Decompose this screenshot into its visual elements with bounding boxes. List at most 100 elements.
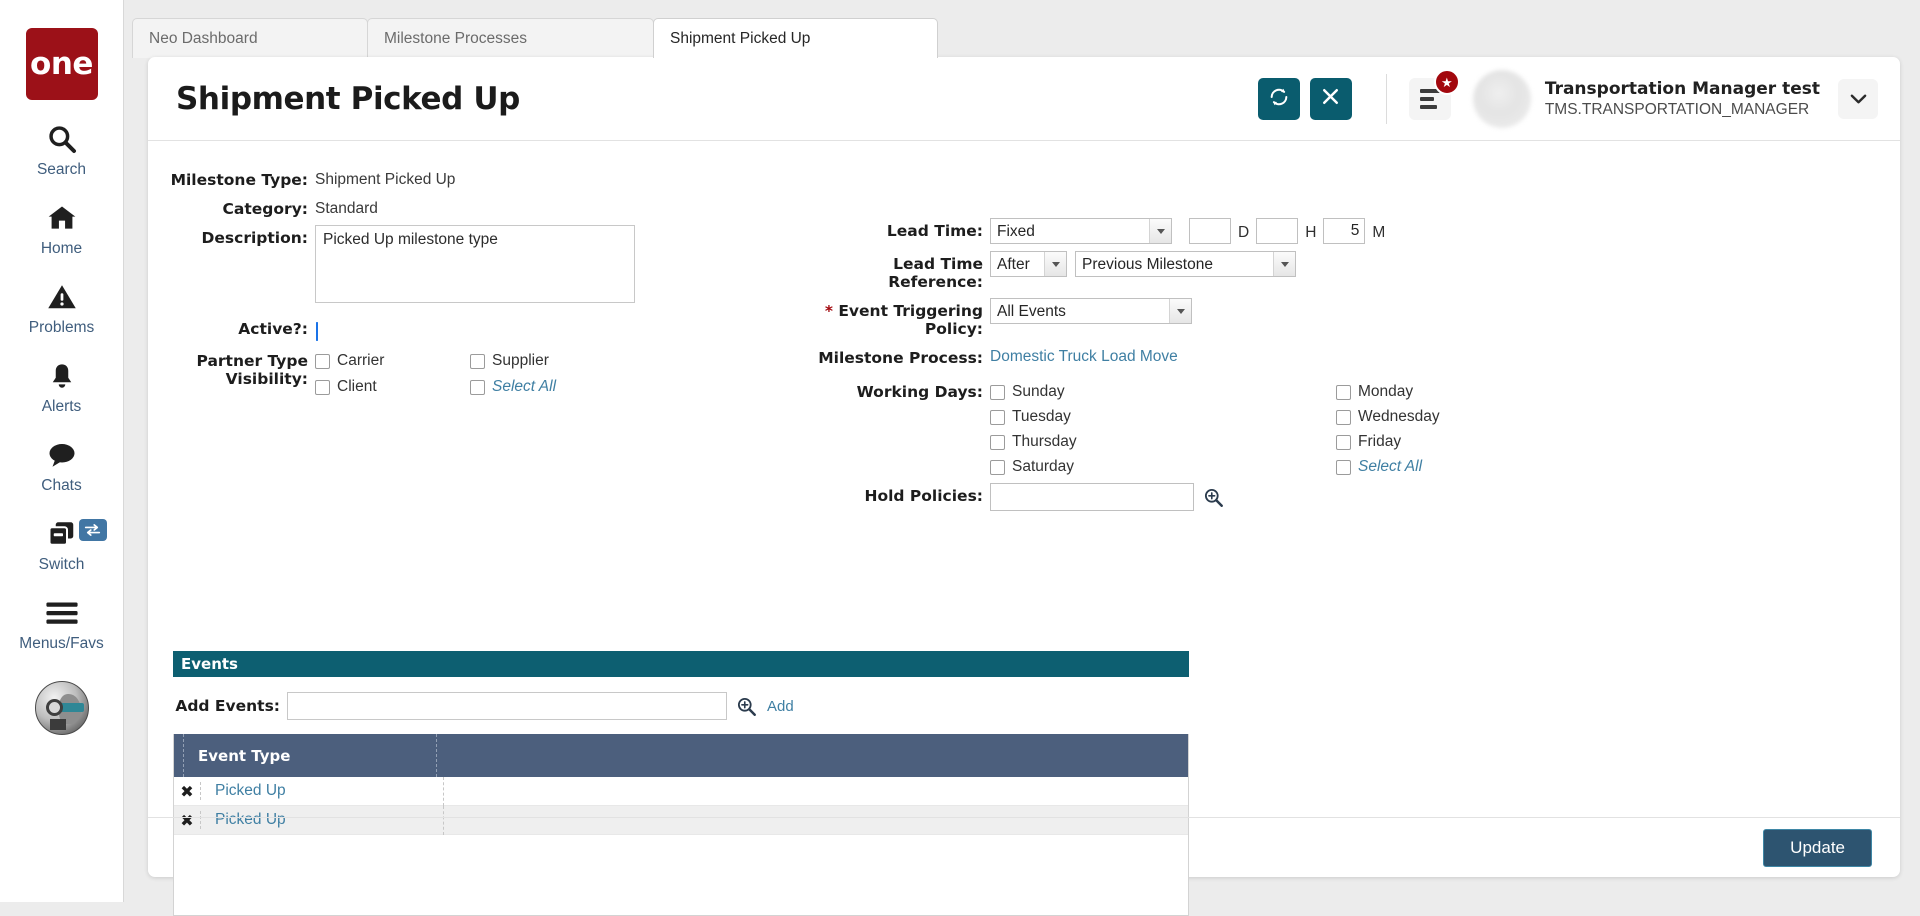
remove-x-icon[interactable]: ✖ (174, 782, 200, 801)
lead-time-days-unit: D (1238, 224, 1250, 241)
checkbox[interactable] (315, 353, 330, 369)
magnifier-plus-icon[interactable] (1203, 487, 1224, 508)
working-day-wednesday[interactable]: Wednesday (1336, 408, 1440, 426)
sidebar-item-switch[interactable]: Switch (0, 515, 124, 574)
close-icon[interactable] (623, 30, 641, 47)
close-icon[interactable] (907, 30, 925, 47)
lead-time-direction-select-wrap: After (990, 251, 1067, 277)
close-icon[interactable] (337, 30, 355, 47)
working-day-tuesday[interactable]: Tuesday (990, 408, 1336, 426)
add-events-row: Add Events: Add (173, 692, 1189, 720)
checkbox-label: Friday (1358, 433, 1402, 450)
avatar-lens-shape (45, 699, 63, 716)
header-actions: ★ Transportation Manager test TMS.TRANSP… (1248, 57, 1900, 141)
working-day-thursday[interactable]: Thursday (990, 433, 1336, 451)
checkbox[interactable] (990, 459, 1005, 475)
close-button[interactable] (1309, 78, 1352, 120)
event-policy-select[interactable]: All Events (990, 298, 1192, 324)
user-menu[interactable]: Transportation Manager test TMS.TRANSPOR… (1472, 70, 1900, 128)
field-label: Category: (222, 200, 308, 218)
menu-list-button[interactable]: ★ (1408, 69, 1460, 120)
active-checkbox[interactable] (316, 322, 318, 341)
working-days-select-all[interactable]: Select All (1336, 458, 1440, 476)
tab-neo-dashboard[interactable]: Neo Dashboard (132, 18, 368, 58)
checkbox-label: Client (337, 378, 377, 395)
field-working-days: Working Days: Sunday Monday Tuesday Wedn… (808, 379, 1508, 476)
lead-time-target-select[interactable]: Previous Milestone (1075, 251, 1296, 277)
partner-type-supplier[interactable]: Supplier (470, 352, 556, 370)
tab-milestone-processes[interactable]: Milestone Processes (367, 18, 654, 58)
checkbox-label: Carrier (337, 352, 385, 369)
partner-type-select-all[interactable]: Select All (470, 378, 556, 396)
checkbox-label: Supplier (492, 352, 549, 369)
milestone-process-link[interactable]: Domestic Truck Load Move (990, 348, 1178, 365)
checkbox[interactable] (1336, 459, 1351, 475)
checkbox[interactable] (1336, 434, 1351, 450)
field-label: Active?: (238, 320, 308, 338)
checkbox[interactable] (990, 384, 1005, 400)
lead-time-hours-input[interactable] (1256, 218, 1299, 244)
checkbox[interactable] (470, 379, 485, 395)
sidebar-item-search[interactable]: Search (0, 120, 124, 179)
checkbox-label: Thursday (1012, 433, 1077, 450)
page-title: Shipment Picked Up (176, 80, 520, 117)
checkbox[interactable] (1336, 384, 1351, 400)
checkbox[interactable] (990, 409, 1005, 425)
partner-type-client[interactable]: Client (315, 378, 470, 396)
swap-arrows-icon[interactable] (78, 519, 107, 541)
sidebar-item-home[interactable]: Home (0, 199, 124, 258)
column-header-event-type[interactable]: Event Type (183, 734, 436, 777)
field-label: Milestone Type: (170, 171, 308, 189)
tab-shipment-picked-up[interactable]: Shipment Picked Up (653, 18, 938, 58)
checkbox[interactable] (1336, 409, 1351, 425)
update-button[interactable]: Update (1763, 828, 1872, 867)
working-day-saturday[interactable]: Saturday (990, 458, 1336, 476)
checkbox[interactable] (990, 434, 1005, 450)
checkbox-label: Select All (1358, 458, 1423, 475)
description-textarea[interactable]: Picked Up milestone type (315, 225, 635, 303)
avatar (1472, 70, 1531, 128)
hold-policies-input[interactable] (990, 483, 1194, 511)
sidebar-item-alerts[interactable]: Alerts (0, 357, 124, 416)
field-label: Hold Policies: (864, 487, 984, 505)
partner-type-checkbox-grid: Carrier Supplier Client Select All (308, 348, 556, 396)
add-events-label: Add Events: (175, 697, 280, 715)
lead-time-target-select-wrap: Previous Milestone (1075, 251, 1296, 277)
row-blank-cell (443, 776, 1188, 806)
ai-assistant-avatar[interactable] (34, 681, 89, 735)
sidebar-item-problems[interactable]: Problems (0, 278, 124, 337)
lead-time-minutes-input[interactable] (1323, 218, 1366, 244)
field-event-triggering-policy: * Event Triggering Policy: All Events (808, 298, 1508, 338)
lead-time-type-select[interactable]: Fixed (990, 218, 1172, 244)
checkbox-label: Wednesday (1358, 408, 1440, 425)
field-milestone-process: Milestone Process: Domestic Truck Load M… (808, 345, 1508, 367)
lead-time-direction-select[interactable]: After (990, 251, 1067, 277)
checkbox[interactable] (315, 379, 330, 395)
tab-label: Shipment Picked Up (670, 29, 811, 47)
refresh-icon (1268, 86, 1290, 113)
add-events-input[interactable] (287, 692, 727, 720)
sidebar-item-chats[interactable]: Chats (0, 436, 124, 495)
field-label: Description: (201, 229, 308, 247)
lead-time-days-input[interactable] (1189, 218, 1231, 244)
magnifier-plus-icon[interactable] (736, 696, 757, 717)
close-icon (1321, 87, 1340, 111)
checkbox-label: Monday (1358, 383, 1414, 400)
sidebar-item-menus-favs[interactable]: Menus/Favs (0, 594, 124, 653)
field-value: Standard (315, 200, 378, 217)
brand-logo[interactable]: one (25, 28, 98, 100)
checkbox[interactable] (470, 353, 485, 369)
table-row[interactable]: ✖ Picked Up (174, 776, 1188, 806)
lead-time-hours-unit: H (1305, 224, 1317, 241)
chevron-down-icon[interactable] (1838, 79, 1878, 119)
field-value: Shipment Picked Up (315, 171, 456, 188)
event-type-link[interactable]: Picked Up (200, 782, 443, 800)
working-day-friday[interactable]: Friday (1336, 433, 1440, 451)
refresh-button[interactable] (1257, 78, 1300, 120)
partner-type-carrier[interactable]: Carrier (315, 352, 470, 370)
add-events-link[interactable]: Add (767, 698, 794, 715)
working-day-monday[interactable]: Monday (1336, 383, 1440, 401)
working-day-sunday[interactable]: Sunday (990, 383, 1336, 401)
bell-icon (47, 357, 77, 395)
field-lead-time: Lead Time: Fixed D H M (808, 218, 1508, 244)
